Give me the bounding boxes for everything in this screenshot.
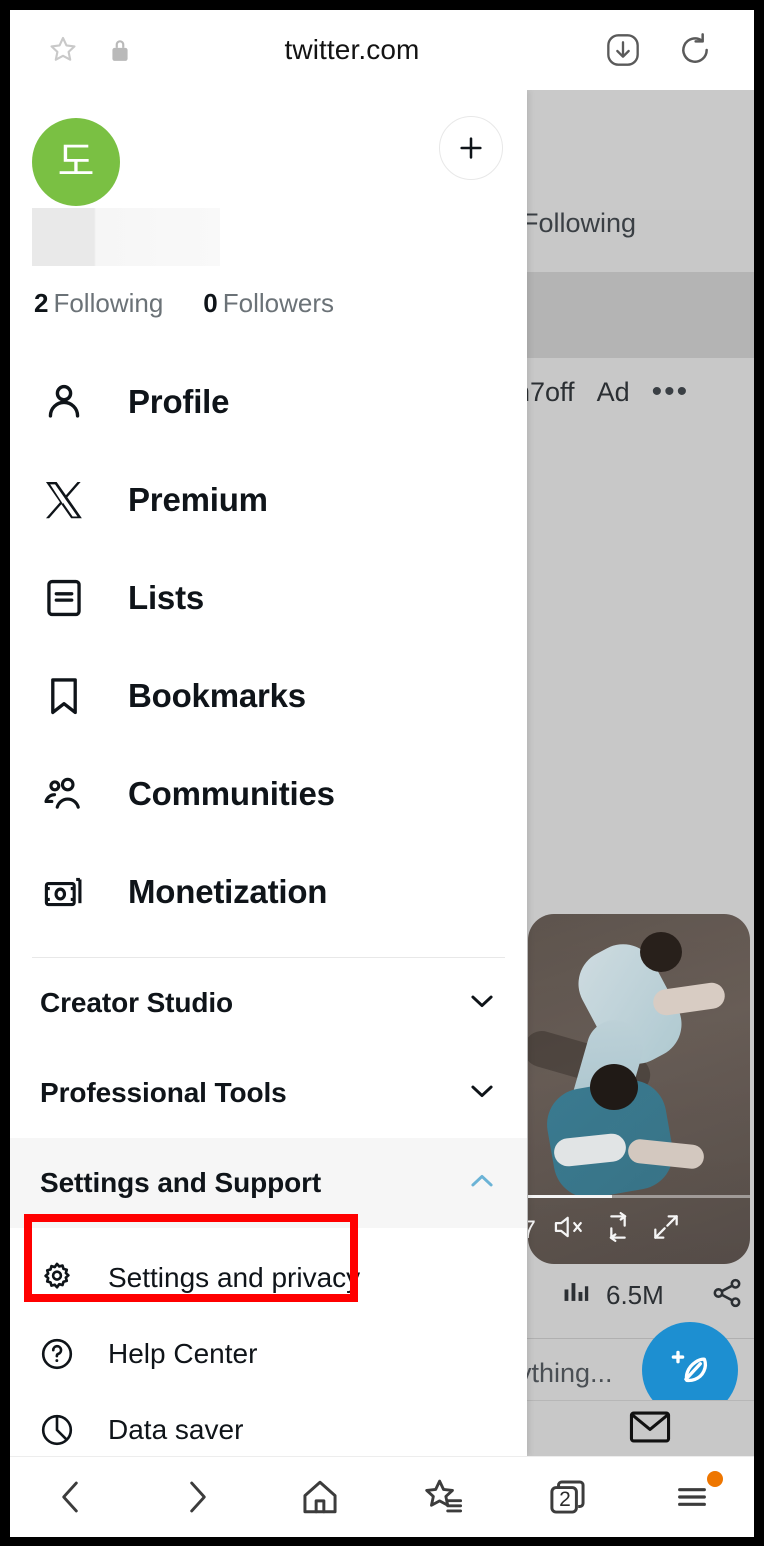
data-saver-icon [38, 1411, 76, 1449]
video-controls: 7 [528, 1204, 750, 1256]
sidebar-item-label: Premium [128, 481, 268, 518]
support-submenu: Settings and privacy Help Center Data sa… [10, 1240, 527, 1456]
share-icon[interactable] [710, 1276, 744, 1315]
web-page: Following n7off Ad ••• 7 6.5M ything... … [10, 90, 754, 1456]
sidebar-item-label: Data saver [108, 1414, 244, 1445]
follow-counts: 2 Following 0 Followers [10, 288, 527, 319]
following-number: 2 [34, 288, 49, 318]
profile-name-skeleton [32, 208, 220, 266]
sidebar-item-premium[interactable]: Premium [10, 451, 527, 549]
x-logo-icon [38, 474, 90, 526]
accordion-creator-studio[interactable]: Creator Studio [10, 958, 527, 1048]
sidebar-item-help-center[interactable]: Help Center [10, 1316, 527, 1392]
url-text[interactable]: twitter.com [102, 34, 602, 66]
post-header-row: n7off Ad ••• [515, 375, 754, 409]
back-button[interactable] [37, 1467, 107, 1527]
phone-screen: twitter.com Following n7off Ad ••• 7 6.5… [0, 0, 764, 1546]
tab-following[interactable]: Following [522, 208, 636, 239]
sidebar-item-label: Lists [128, 579, 205, 616]
sidebar-item-label: Monetization [128, 873, 328, 910]
chevron-up-icon[interactable] [465, 1164, 499, 1203]
following-count[interactable]: 2 Following [34, 288, 163, 319]
home-button[interactable] [285, 1467, 355, 1527]
expand-icon[interactable] [650, 1211, 682, 1250]
browser-bottom-nav: 2 [10, 1456, 754, 1537]
mute-icon[interactable] [552, 1212, 586, 1249]
post-more-icon[interactable]: ••• [652, 375, 690, 409]
gear-icon [38, 1259, 76, 1297]
star-icon[interactable] [46, 33, 80, 67]
followers-count[interactable]: 0 Followers [203, 288, 334, 319]
menu-button[interactable] [657, 1467, 727, 1527]
bookmarks-button[interactable] [409, 1467, 479, 1527]
communities-icon [38, 768, 90, 820]
analytics-icon [562, 1278, 590, 1313]
loop-icon[interactable] [602, 1211, 634, 1250]
sidebar-item-label: Communities [128, 775, 335, 812]
sidebar-item-data-saver[interactable]: Data saver [10, 1392, 527, 1456]
followers-number: 0 [203, 288, 218, 318]
chevron-down-icon[interactable] [465, 1074, 499, 1113]
avatar[interactable]: 도 [32, 118, 120, 206]
tabs-button[interactable]: 2 [533, 1467, 603, 1527]
views-count: 6.5M [606, 1280, 664, 1310]
drawer-header: 도 [10, 90, 527, 290]
sidebar-item-label: Profile [128, 383, 230, 420]
sidebar-item-communities[interactable]: Communities [10, 745, 527, 843]
sidebar-item-lists[interactable]: Lists [10, 549, 527, 647]
help-circle-icon [38, 1335, 76, 1373]
account-drawer: 도 2 Following 0 Followers Profile Premiu… [10, 90, 527, 1456]
mail-icon[interactable] [628, 1410, 672, 1449]
video-player-one-head [640, 932, 682, 972]
bookmark-icon [38, 670, 90, 722]
sidebar-item-label: Settings and privacy [108, 1262, 361, 1293]
money-icon [38, 866, 90, 918]
accordion-label: Settings and Support [40, 1167, 322, 1198]
post-views[interactable]: 6.5M [562, 1278, 664, 1313]
following-label: Following [53, 288, 164, 318]
sidebar-item-bookmarks[interactable]: Bookmarks [10, 647, 527, 745]
video-player-two-head [590, 1064, 638, 1110]
sidebar-item-label: Help Center [108, 1338, 258, 1369]
messages-bar[interactable] [526, 1400, 754, 1456]
accordion-professional-tools[interactable]: Professional Tools [10, 1048, 527, 1138]
post-video[interactable]: 7 [528, 914, 750, 1264]
ad-label: Ad [596, 376, 630, 407]
followers-label: Followers [222, 288, 335, 318]
browser-top-bar: twitter.com [10, 10, 754, 90]
reload-icon[interactable] [674, 29, 716, 71]
chevron-down-icon[interactable] [465, 984, 499, 1023]
sidebar-item-label: Bookmarks [128, 677, 306, 714]
video-progress-bar[interactable] [528, 1195, 750, 1198]
accordion-settings-and-support[interactable]: Settings and Support [10, 1138, 527, 1228]
video-time: 7 [528, 1215, 536, 1244]
sidebar-item-profile[interactable]: Profile [10, 353, 527, 451]
menu-notification-badge [707, 1471, 723, 1487]
forward-button[interactable] [161, 1467, 231, 1527]
sidebar-item-monetization[interactable]: Monetization [10, 843, 527, 941]
sidebar-item-settings-and-privacy[interactable]: Settings and privacy [10, 1240, 527, 1316]
accordion-label: Professional Tools [40, 1077, 287, 1108]
tab-count: 2 [559, 1488, 571, 1511]
add-account-button[interactable] [439, 116, 503, 180]
drawer-nav: Profile Premium Lists Bookmarks Communit… [10, 353, 527, 941]
person-icon [38, 376, 90, 428]
download-icon[interactable] [602, 29, 644, 71]
accordion-label: Creator Studio [40, 987, 234, 1018]
reply-placeholder[interactable]: ything... [518, 1358, 613, 1389]
lists-icon [38, 572, 90, 624]
